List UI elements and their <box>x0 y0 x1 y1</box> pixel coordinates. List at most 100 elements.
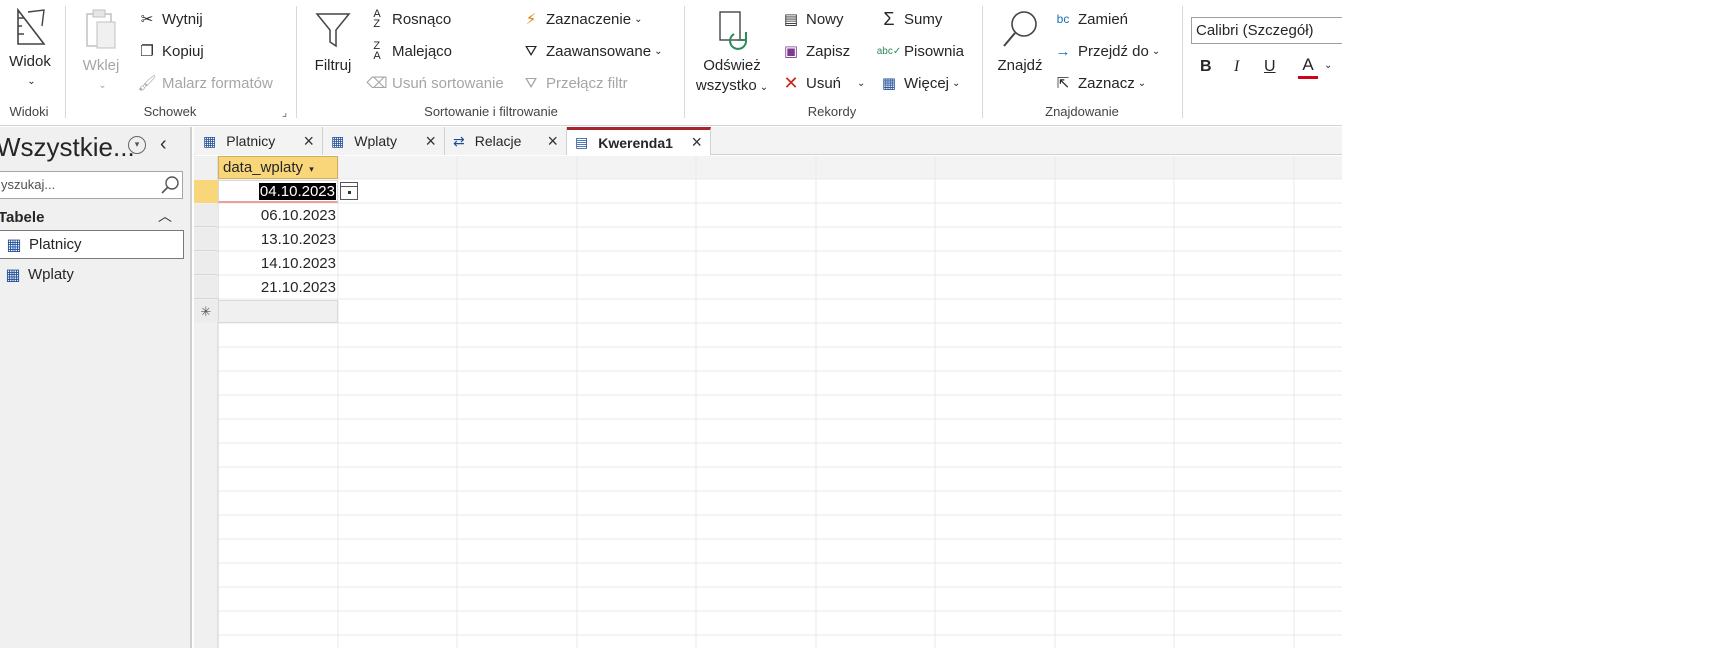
find-label: Znajdź <box>997 57 1043 74</box>
nav-item-label: Platnicy <box>29 236 82 253</box>
chevron-down-icon: ⌄ <box>857 77 866 89</box>
clipboard-icon <box>86 9 116 49</box>
group-label-find: Znajdowanie <box>1045 104 1119 119</box>
underline-button[interactable]: U <box>1264 58 1276 76</box>
search-icon[interactable] <box>160 175 180 195</box>
table-cell-selected[interactable]: 04.10.2023 <box>218 180 338 203</box>
spelling-button[interactable]: abc✓ Pisownia <box>876 40 965 62</box>
collapse-pane-icon[interactable]: ‹ <box>160 133 167 156</box>
view-icon <box>17 7 46 45</box>
nav-pane-title[interactable]: Wszystkie... <box>0 132 135 163</box>
close-icon[interactable]: × <box>425 131 436 152</box>
chevron-down-icon: ⌄ <box>1151 45 1161 57</box>
nav-item-wplaty[interactable]: ▦ Wplaty <box>0 260 184 289</box>
dialog-launcher-icon[interactable]: ⌟ <box>282 106 287 119</box>
refresh-label-1: Odśwież <box>703 57 761 74</box>
spelling-label: Pisownia <box>904 42 965 60</box>
separator <box>684 6 685 118</box>
advanced-button[interactable]: ⛛ Zaawansowane ⌄ <box>520 40 663 62</box>
advanced-filter-icon: ⛛ <box>524 42 538 60</box>
refresh-all-button[interactable]: Odśwież wszystko ⌄ <box>694 8 770 96</box>
funnel-icon <box>315 13 351 48</box>
new-record-cell[interactable] <box>218 300 338 323</box>
delete-record-button[interactable]: ✕ Usuń ⌄ <box>780 72 865 94</box>
copy-button[interactable]: ❐ Kopiuj <box>136 40 203 62</box>
sort-ascending-button[interactable]: AZ Rosnąco <box>366 8 451 30</box>
tab-kwerenda1[interactable]: ▤ Kwerenda1 × <box>567 127 711 155</box>
more-button[interactable]: ▦ Więcej ⌄ <box>878 72 961 94</box>
replace-button[interactable]: bc Zamień <box>1052 8 1128 30</box>
record-selector[interactable] <box>194 204 218 227</box>
table-cell[interactable]: 06.10.2023 <box>218 204 338 227</box>
new-record-selector[interactable]: ✳ <box>194 300 218 323</box>
sort-ascending-label: Rosnąco <box>392 10 452 28</box>
spelling-icon: abc✓ <box>876 45 902 57</box>
view-button[interactable]: Widok ⌄ <box>4 6 56 92</box>
find-button[interactable]: Znajdź <box>992 8 1048 76</box>
toggle-filter-button[interactable]: ⛛ Przełącz filtr <box>520 72 628 94</box>
tab-label: Platnicy <box>226 133 276 149</box>
totals-button[interactable]: Σ Sumy <box>878 8 942 30</box>
nav-item-label: Wplaty <box>28 266 74 283</box>
record-selector[interactable] <box>194 252 218 275</box>
sort-descending-icon: ZA <box>373 40 381 62</box>
tab-platnicy[interactable]: ▦ Platnicy × <box>195 127 323 155</box>
format-painter-button[interactable]: 🖌 Malarz formatów <box>136 72 272 94</box>
column-header-data-wplaty[interactable]: data_wplaty ▾ <box>218 156 338 179</box>
select-button[interactable]: ⇱ Zaznacz ⌄ <box>1052 72 1146 94</box>
selection-button[interactable]: ⚡ Zaznaczenie ⌄ <box>520 8 643 30</box>
table-cell[interactable]: 13.10.2023 <box>218 228 338 251</box>
tab-relacje[interactable]: ⇄ Relacje × <box>445 127 567 155</box>
chevron-down-icon: ⌄ <box>1137 77 1147 89</box>
save-record-label: Zapisz <box>806 42 851 60</box>
separator <box>982 6 983 118</box>
font-color-button[interactable]: A <box>1298 55 1318 79</box>
funnel-icon: ⛛ <box>524 74 538 92</box>
table-icon: ▦ <box>203 132 217 149</box>
new-record-button[interactable]: ▤ Nowy <box>780 8 844 30</box>
advanced-label: Zaawansowane <box>546 42 652 60</box>
table-cell[interactable]: 14.10.2023 <box>218 252 338 275</box>
cursor-icon: ⇱ <box>1056 75 1070 92</box>
nav-section-tables[interactable]: Tabele <box>0 209 44 226</box>
nav-item-platnicy[interactable]: ▦ Platnicy <box>0 230 184 259</box>
record-selector-active[interactable] <box>194 180 218 203</box>
cut-button[interactable]: ✂ Wytnij <box>136 8 203 30</box>
paste-button[interactable]: Wklej ⌄ <box>78 8 124 96</box>
chevron-up-icon[interactable]: ︿ <box>158 206 172 226</box>
close-icon[interactable]: × <box>547 131 558 152</box>
calendar-icon[interactable] <box>340 182 358 200</box>
nav-search-input[interactable]: yszukaj... <box>0 171 183 199</box>
table-cell[interactable]: 21.10.2023 <box>218 276 338 299</box>
chevron-down-icon[interactable]: ▾ <box>309 164 314 174</box>
chevron-down-icon: ⌄ <box>98 80 107 91</box>
chevron-down-icon: ⌄ <box>27 76 36 87</box>
totals-label: Sumy <box>904 10 943 28</box>
close-icon[interactable]: × <box>303 131 314 152</box>
filter-button[interactable]: Filtruj <box>310 8 356 76</box>
selection-label: Zaznaczenie <box>546 10 632 28</box>
record-selector[interactable] <box>194 228 218 251</box>
chevron-down-icon[interactable]: ⌄ <box>1324 60 1332 71</box>
chevron-down-icon: ⌄ <box>654 45 663 57</box>
new-record-icon: ▤ <box>783 11 799 28</box>
italic-button[interactable]: I <box>1234 58 1239 76</box>
cut-label: Wytnij <box>162 10 203 28</box>
refresh-label-2: wszystko <box>695 77 757 94</box>
remove-sort-label: Usuń sortowanie <box>392 74 504 92</box>
copy-icon: ❐ <box>140 43 154 60</box>
table-icon: ▦ <box>881 75 897 92</box>
close-icon[interactable]: × <box>691 132 702 153</box>
sort-ascending-icon: AZ <box>373 8 381 30</box>
chevron-down-circle-icon[interactable]: ▾ <box>128 136 146 154</box>
goto-button[interactable]: → Przejdź do ⌄ <box>1052 40 1161 62</box>
font-name-combobox[interactable]: Calibri (Szczegół) <box>1191 17 1342 44</box>
sort-descending-button[interactable]: ZA Malejąco <box>366 40 452 62</box>
tab-wplaty[interactable]: ▦ Wplaty × <box>323 127 445 155</box>
remove-sort-button[interactable]: ⌫ Usuń sortowanie <box>366 72 504 94</box>
paintbrush-icon: 🖌 <box>137 75 157 92</box>
bold-button[interactable]: B <box>1200 58 1212 76</box>
record-selector[interactable] <box>194 276 218 299</box>
save-record-button[interactable]: ▣ Zapisz <box>780 40 850 62</box>
chevron-down-icon: ⌄ <box>634 13 643 25</box>
